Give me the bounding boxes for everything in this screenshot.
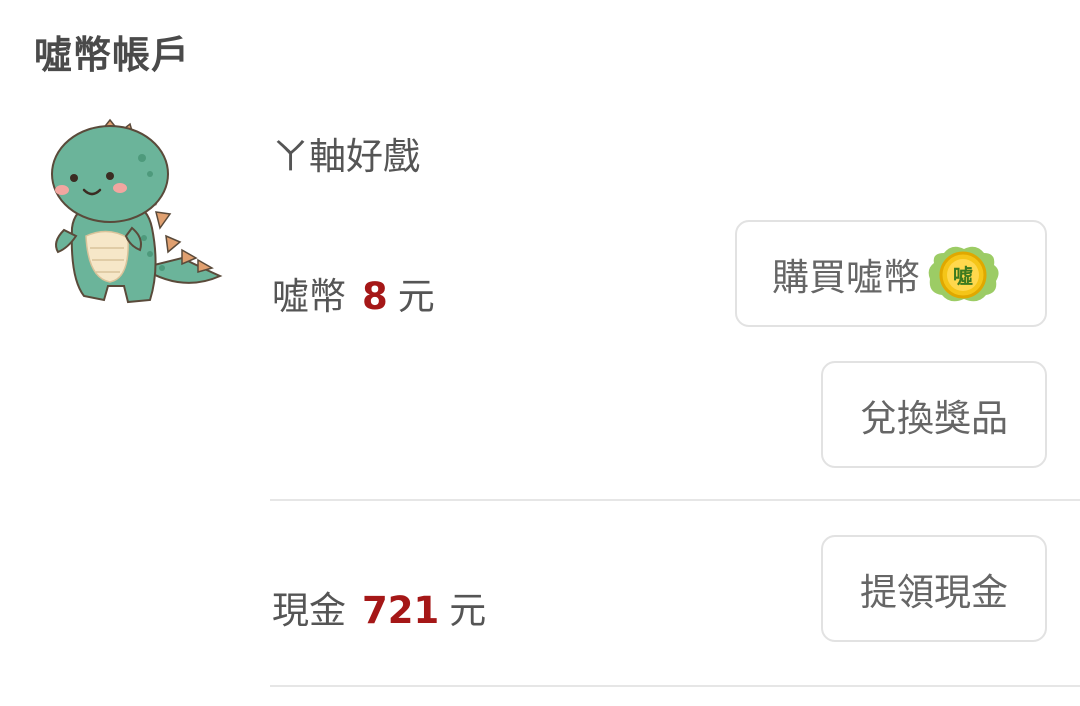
dinosaur-avatar-icon xyxy=(32,118,228,318)
withdraw-cash-button[interactable]: 提領現金 xyxy=(821,535,1047,642)
cash-balance-label: 現金 xyxy=(272,589,346,632)
username: ㄚ軸好戲 xyxy=(272,135,420,178)
buy-coins-button[interactable]: 購買噓幣 噓 xyxy=(735,220,1047,327)
coin-icon-text: 噓 xyxy=(953,264,973,288)
cash-balance-unit: 元 xyxy=(449,589,487,632)
redeem-prizes-button[interactable]: 兌換獎品 xyxy=(821,361,1047,468)
cash-balance-amount: 721 xyxy=(362,589,440,632)
page-title: 噓幣帳戶 xyxy=(34,33,191,77)
buy-coins-label: 購買噓幣 xyxy=(772,255,920,299)
divider xyxy=(270,685,1080,687)
coin-balance-label: 噓幣 xyxy=(272,275,346,318)
cash-balance: 現金 721 元 xyxy=(272,580,486,634)
coin-icon: 噓 xyxy=(924,239,1002,309)
divider xyxy=(270,499,1080,501)
coin-balance: 噓幣 8 元 xyxy=(272,266,435,320)
coin-balance-unit: 元 xyxy=(397,275,435,318)
coin-balance-amount: 8 xyxy=(362,275,388,318)
